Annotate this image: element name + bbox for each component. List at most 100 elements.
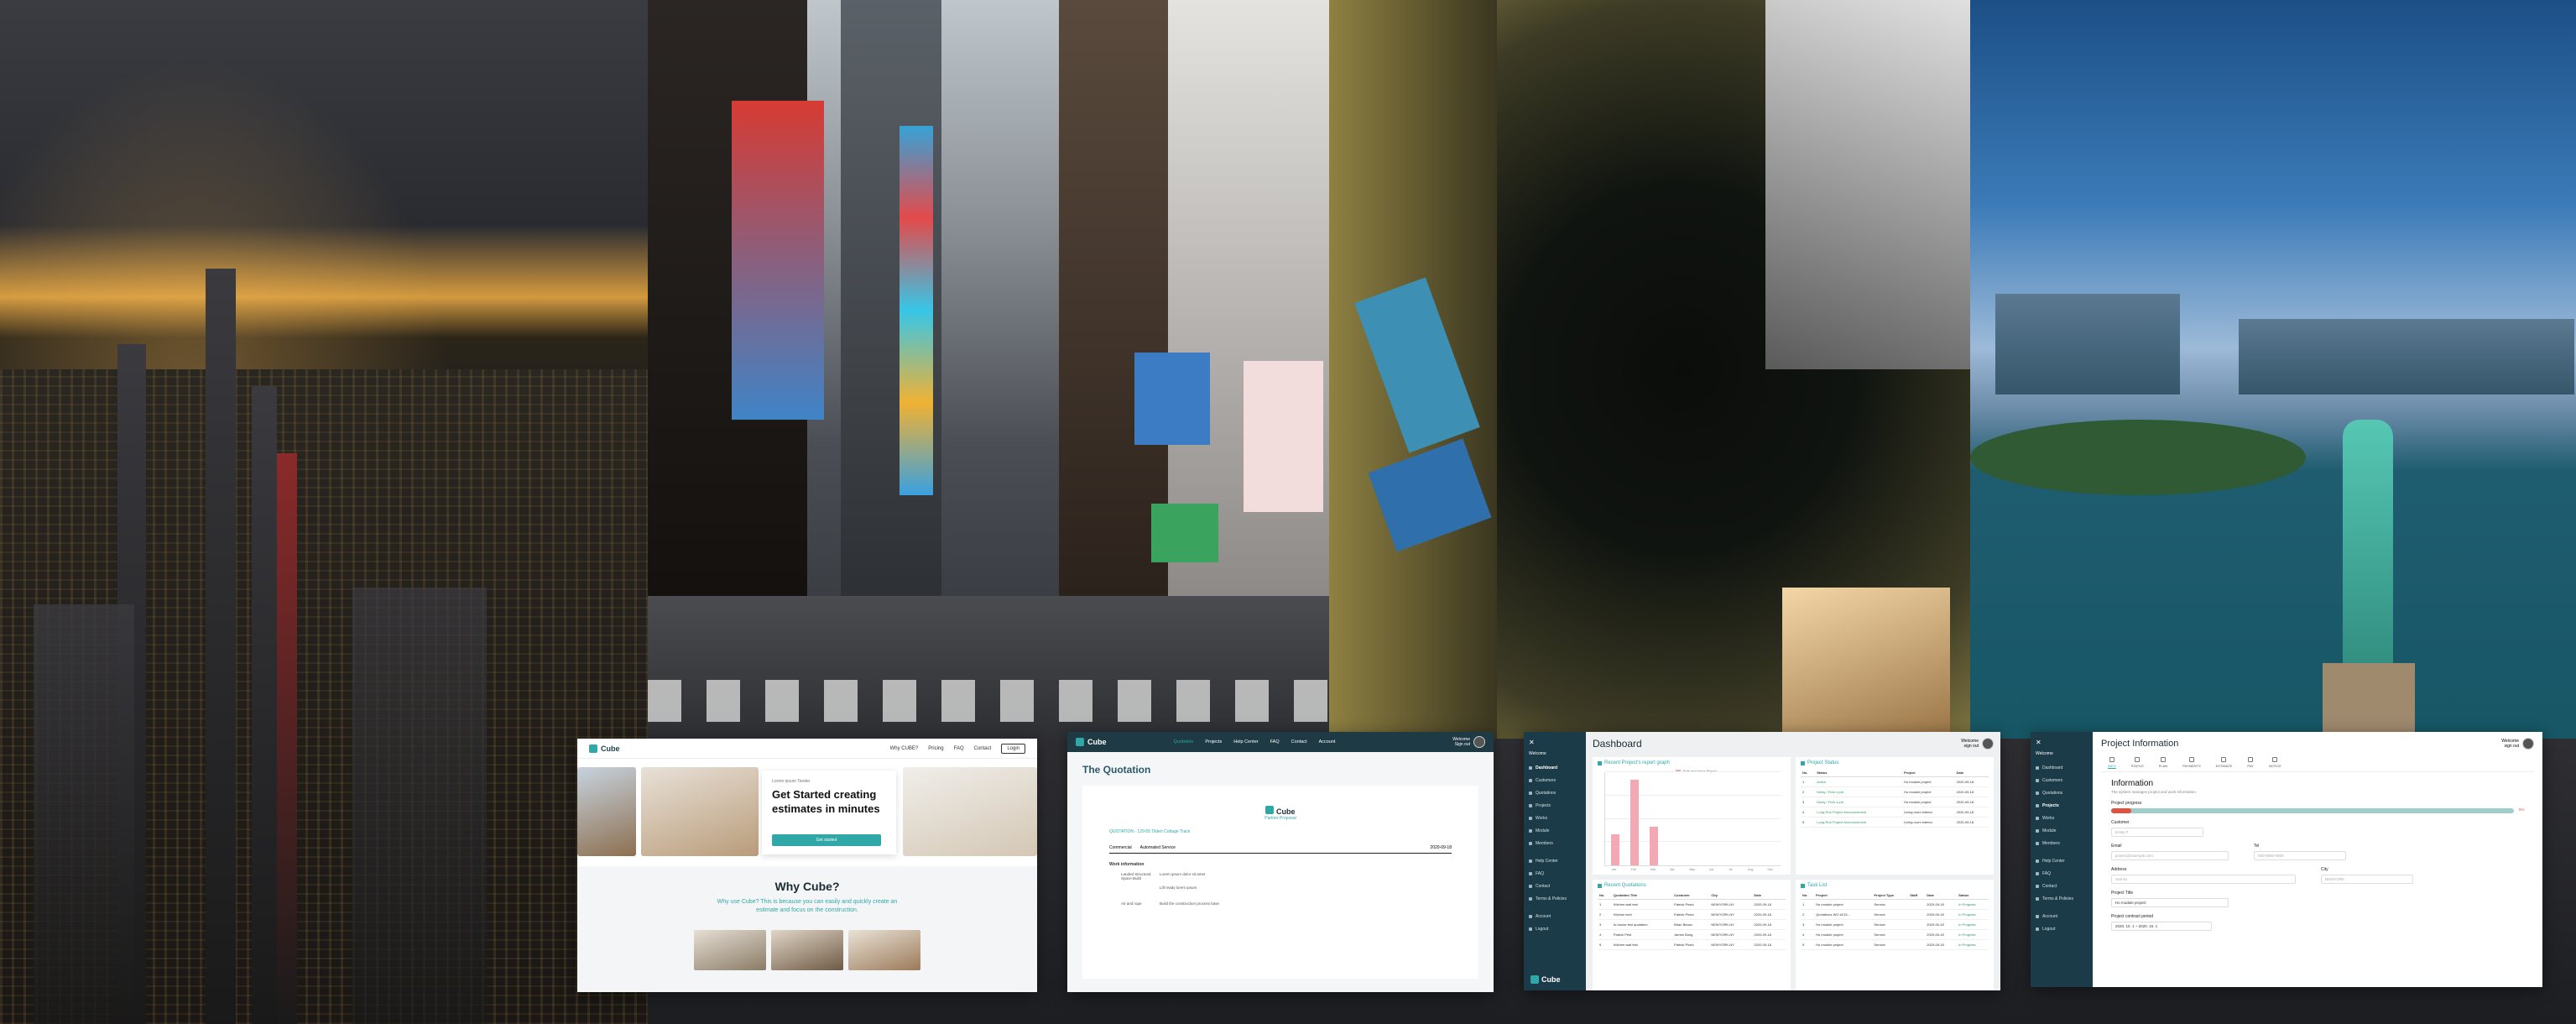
menu-projects[interactable]: Projects — [1205, 739, 1222, 744]
table-row[interactable]: 3 Delay / Fixin a job Ho module project 202… — [1801, 797, 1989, 807]
tab-pay[interactable]: PAY — [2247, 757, 2254, 769]
sidebar-item-account[interactable]: Account — [1529, 910, 1581, 922]
sidebar-item-projects[interactable]: Projects — [1529, 799, 1581, 812]
table-row[interactable]: 3 Ho module project Service 2020-09-18 In Pr… — [1801, 919, 1989, 930]
x-tick-label: Feb — [1630, 868, 1636, 871]
get-started-button[interactable]: Get started — [772, 834, 881, 846]
nav-link-pricing[interactable]: Pricing — [928, 746, 943, 751]
table-row[interactable]: 4 Patrick Pest James Bong NEWYORK-NY 2020-09… — [1598, 929, 1786, 940]
sidebar-item-faq[interactable]: FAQ — [2036, 867, 2088, 880]
cube-logo-icon — [1076, 738, 1084, 746]
sidebar-item-quotations[interactable]: Quotations — [1529, 786, 1581, 799]
table-row[interactable]: 1 Kitchen wall test Patrick Pines NEWYORK-N… — [1598, 899, 1786, 910]
sidebar-item-works[interactable]: Works — [2036, 812, 2088, 824]
sidebar-item-logout[interactable]: Logout — [1529, 922, 1581, 935]
sign-out-link[interactable]: sign out — [2501, 744, 2519, 749]
tab-info[interactable]: INFO — [2108, 757, 2116, 769]
x-tick-label: Sep — [1767, 868, 1773, 871]
table-row[interactable]: 5 Long-Run Project Announcement Living roo… — [1801, 817, 1989, 828]
tel-field[interactable]: 000-0000-0000 — [2254, 851, 2346, 860]
sidebar-item-help[interactable]: Help Center — [1529, 854, 1581, 867]
close-icon[interactable]: ✕ — [1529, 739, 1581, 746]
section-title: Work information — [1109, 862, 1145, 867]
sidebar-item-module[interactable]: Module — [2036, 824, 2088, 837]
tab-estimate[interactable]: ESTIMATE — [2216, 757, 2232, 769]
table-header: Date — [1752, 891, 1786, 900]
sidebar-item-contact[interactable]: Contact — [2036, 880, 2088, 892]
sidebar-item-projects[interactable]: Projects — [2036, 799, 2088, 812]
sidebar-item-faq[interactable]: FAQ — [1529, 867, 1581, 880]
tab-notice[interactable]: NOTICE — [2269, 757, 2281, 769]
sidebar-item-dashboard[interactable]: Dashboard — [2036, 761, 2088, 774]
table-header: Project — [1814, 891, 1873, 900]
sidebar-item-terms[interactable]: Terms & Policies — [2036, 892, 2088, 905]
table-row[interactable]: 5 Ho module project Service 2020-09-18 In Pr… — [1801, 939, 1989, 950]
tab-payments[interactable]: PAYMENTS — [2182, 757, 2201, 769]
sign-out-link[interactable]: Sign out — [1452, 742, 1470, 747]
table-row[interactable]: 3 In-house test quotation Brian Beaux NEWYO… — [1598, 919, 1786, 930]
menu-account[interactable]: Account — [1319, 739, 1336, 744]
nav-link-contact[interactable]: Contact — [974, 746, 992, 751]
table-row[interactable]: 1 Ho module project Service 2020-09-18 In Pr… — [1801, 899, 1989, 910]
table-row[interactable]: 2 Kitchen tech Patrick Pines NEWYORK-NY 2020… — [1598, 909, 1786, 920]
table-row[interactable]: 4 Long-Run Project Announcement Living roo… — [1801, 807, 1989, 818]
period-field[interactable]: 2020. 10. 1 ~ 2020. 10. 1 — [2111, 922, 2212, 931]
sidebar-item-account[interactable]: Account — [2036, 910, 2088, 922]
avatar[interactable] — [1982, 738, 1994, 750]
tab-status[interactable]: STATUS — [2131, 757, 2144, 769]
table-row[interactable]: 2 Delay / Fixin a job Ho module project 202… — [1801, 786, 1989, 797]
table-cell: Ho module project — [1901, 786, 1955, 797]
table-cell: Service — [1872, 939, 1909, 950]
project-title-field[interactable]: Ho module project — [2111, 898, 2229, 907]
menu-faq[interactable]: FAQ — [1270, 739, 1280, 744]
table-row[interactable]: 4 Ho module project Service 2020-09-18 In Pr… — [1801, 929, 1989, 940]
user-menu[interactable]: Welcome sign out — [1961, 738, 1994, 750]
nav-link-why[interactable]: Why CUBE? — [890, 746, 919, 751]
sidebar-item-customers[interactable]: Customers — [2036, 774, 2088, 786]
user-menu[interactable]: Welcome Sign out — [1452, 736, 1485, 748]
address-field[interactable]: Sub-ku — [2111, 875, 2296, 884]
task-icon — [1801, 883, 1805, 888]
customer-field[interactable]: Entity P — [2111, 828, 2203, 837]
city-field[interactable]: NEWYORK — [2321, 875, 2413, 884]
table-cell: 2020-09-18 — [1752, 899, 1786, 910]
table-row[interactable]: 2 Quotations WO #213... Service 2020-09-18 I… — [1801, 909, 1989, 920]
sidebar-item-help[interactable]: Help Center — [2036, 854, 2088, 867]
tab-plan[interactable]: PLAN — [2159, 757, 2167, 769]
table-cell: 2020-09-18 — [1925, 919, 1958, 930]
progress-label: Project progress — [2111, 801, 2142, 806]
menu-quotation[interactable]: Quotation — [1174, 739, 1194, 744]
nav-link-faq[interactable]: FAQ — [954, 746, 964, 751]
sidebar-item-members[interactable]: Members — [1529, 837, 1581, 849]
sidebar-item-module[interactable]: Module — [1529, 824, 1581, 837]
user-menu[interactable]: Welcome sign out — [2501, 738, 2534, 750]
quotation-logo[interactable]: Cube — [1076, 738, 1107, 746]
table-cell: 2 — [1801, 909, 1815, 920]
sidebar-item-members[interactable]: Members — [2036, 837, 2088, 849]
table-cell: 3 — [1801, 919, 1815, 930]
sidebar-item-quotations[interactable]: Quotations — [2036, 786, 2088, 799]
landing-logo[interactable]: Cube — [589, 744, 620, 753]
sidebar-item-logout[interactable]: Logout — [2036, 922, 2088, 935]
avatar[interactable] — [2522, 738, 2534, 750]
table-cell: 2020-09-18 — [1954, 807, 1989, 818]
sign-out-link[interactable]: sign out — [1961, 744, 1979, 749]
menu-help[interactable]: Help Center — [1233, 739, 1258, 744]
sidebar-item-customers[interactable]: Customers — [1529, 774, 1581, 786]
table-row[interactable]: 5 Kitchen wall test Patrick Pines NEWYORK-N… — [1598, 939, 1786, 950]
email-field[interactable]: project@example.com — [2111, 851, 2229, 860]
sidebar-item-works[interactable]: Works — [1529, 812, 1581, 824]
table-cell: Active — [1815, 776, 1902, 787]
table-header: Staff — [1908, 891, 1926, 900]
avatar[interactable] — [1473, 736, 1485, 748]
table-cell: Patrick Pines — [1672, 899, 1710, 910]
sidebar-item-terms[interactable]: Terms & Policies — [1529, 892, 1581, 905]
login-button[interactable]: Login — [1001, 743, 1025, 754]
sidebar-item-contact[interactable]: Contact — [1529, 880, 1581, 892]
menu-contact[interactable]: Contact — [1291, 739, 1307, 744]
table-row[interactable]: 1 Active Ho module project 2020-09-18 — [1801, 776, 1989, 787]
close-icon[interactable]: ✕ — [2036, 739, 2088, 746]
table-cell: Living room interior — [1901, 807, 1955, 818]
hero-title: Get Started creating estimates in minute… — [772, 788, 880, 815]
sidebar-item-dashboard[interactable]: Dashboard — [1529, 761, 1581, 774]
